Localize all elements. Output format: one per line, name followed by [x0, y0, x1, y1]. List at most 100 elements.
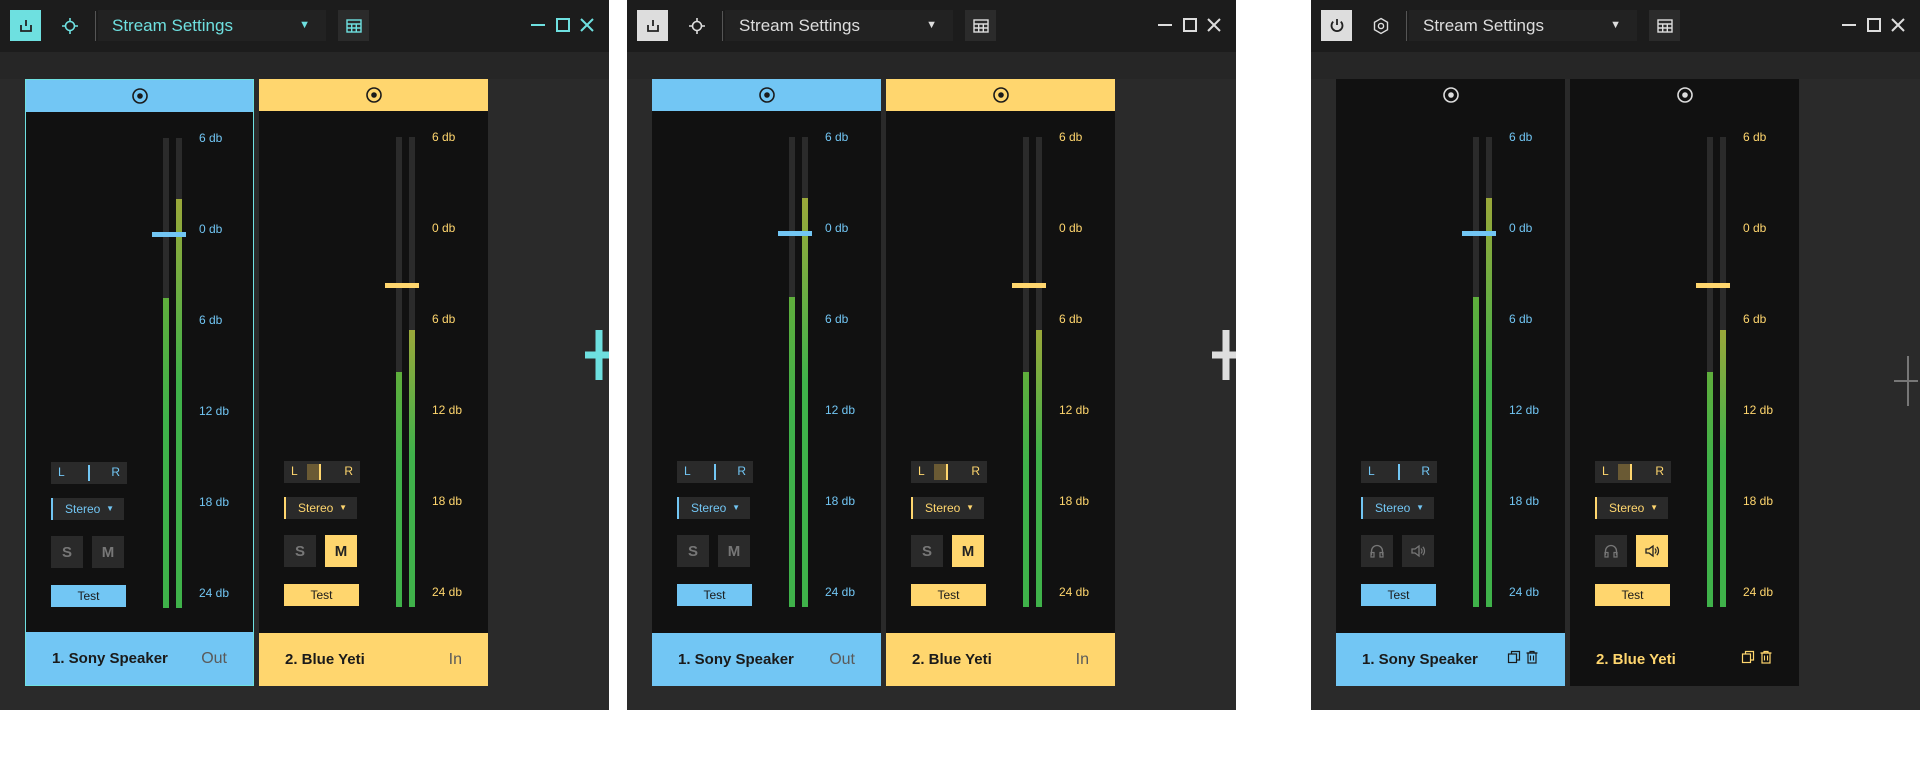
channel-footer[interactable]: 1. Sony Speaker Out [26, 632, 253, 685]
delete-channel-button[interactable] [1759, 650, 1773, 669]
channel-mode-dropdown[interactable]: Stereo ▼ [911, 497, 984, 519]
minimize-button[interactable] [1153, 13, 1177, 37]
minimize-button[interactable] [1837, 13, 1861, 37]
channel-footer[interactable]: 1. Sony Speaker Out [652, 633, 881, 686]
db-scale-label: 6 db [825, 130, 849, 144]
pan-control[interactable]: LR [1595, 461, 1671, 483]
channel-name: 2. Blue Yeti [912, 651, 992, 668]
channel-footer[interactable]: 2. Blue Yeti In [259, 633, 488, 686]
channel-mode-dropdown[interactable]: Stereo ▼ [677, 497, 750, 519]
pan-control[interactable]: LR [677, 461, 753, 483]
close-button[interactable] [575, 13, 599, 37]
test-button[interactable]: Test [51, 585, 126, 607]
pan-control[interactable]: LR [1361, 461, 1437, 483]
volume-fader-handle[interactable] [1696, 282, 1730, 288]
pan-position-indicator[interactable] [1617, 464, 1632, 480]
channel-strip-2[interactable]: 6 db 0 db 6 db 12 db 18 db 24 db L R Stereo ▼ Test… [1570, 79, 1799, 686]
mute-button[interactable]: M [325, 535, 357, 567]
pan-control[interactable]: LR [911, 461, 987, 483]
solo-button[interactable]: S [677, 535, 709, 567]
settings-button[interactable] [1365, 10, 1396, 41]
pan-control[interactable]: LR [51, 462, 127, 484]
close-button[interactable] [1202, 13, 1226, 37]
pan-control[interactable]: LR [284, 461, 360, 483]
channel-header[interactable] [652, 79, 881, 111]
test-button[interactable]: Test [677, 584, 752, 606]
mute-button[interactable] [1402, 535, 1434, 567]
volume-fader-handle[interactable] [1462, 231, 1496, 236]
volume-fader-handle[interactable] [778, 231, 812, 236]
duplicate-channel-button[interactable] [1741, 650, 1755, 669]
pan-position-indicator[interactable] [306, 464, 321, 480]
test-button[interactable]: Test [1361, 584, 1436, 606]
channel-header[interactable] [26, 80, 253, 112]
pan-position-indicator[interactable] [933, 464, 948, 480]
title-bar: Stream Settings ▼ [627, 0, 1236, 52]
channel-footer[interactable]: 2. Blue Yeti [1570, 633, 1799, 686]
add-channel-button[interactable] [1894, 356, 1918, 406]
level-meter-right [1720, 137, 1726, 607]
test-button[interactable]: Test [1595, 584, 1670, 606]
channel-strip-2[interactable]: 6 db 0 db 6 db 12 db 18 db 24 db L R Stereo ▼ S M Te… [886, 79, 1115, 686]
add-channel-button[interactable] [585, 330, 609, 380]
channel-actions [1507, 650, 1539, 669]
solo-button[interactable]: S [51, 536, 83, 568]
maximize-button[interactable] [1178, 13, 1202, 37]
channel-strip-2[interactable]: 6 db 0 db 6 db 12 db 18 db 24 db L R Stereo ▼ S M Te… [259, 79, 488, 686]
layout-grid-button[interactable] [965, 10, 996, 41]
solo-button[interactable] [1595, 535, 1627, 567]
maximize-icon [1183, 18, 1197, 32]
stream-settings-label: Stream Settings [1423, 15, 1544, 35]
channel-mode-dropdown[interactable]: Stereo ▼ [51, 498, 124, 520]
level-meter-right [802, 137, 808, 607]
maximize-button[interactable] [551, 13, 575, 37]
pan-position-indicator[interactable] [88, 465, 90, 481]
settings-button[interactable] [54, 10, 85, 41]
channel-strip-1[interactable]: 6 db 0 db 6 db 12 db 18 db 24 db L R Stereo ▼ S M Te… [25, 79, 254, 686]
power-button[interactable] [10, 10, 41, 41]
channel-header[interactable] [1570, 79, 1799, 111]
strip-header-bar [627, 52, 1236, 79]
solo-button[interactable]: S [911, 535, 943, 567]
settings-button[interactable] [681, 10, 712, 41]
pan-position-indicator[interactable] [1398, 464, 1400, 480]
channel-footer[interactable]: 1. Sony Speaker [1336, 633, 1565, 686]
stream-settings-dropdown[interactable]: Stream Settings ▼ [98, 10, 326, 41]
volume-fader-handle[interactable] [1012, 282, 1046, 288]
db-scale-label: 0 db [1743, 221, 1767, 235]
solo-button[interactable]: S [284, 535, 316, 567]
channel-header[interactable] [1336, 79, 1565, 111]
level-meter-fill [1036, 329, 1042, 607]
test-button[interactable]: Test [284, 584, 359, 606]
power-button[interactable] [637, 10, 668, 41]
test-button[interactable]: Test [911, 584, 986, 606]
channel-mode-dropdown[interactable]: Stereo ▼ [1361, 497, 1434, 519]
channel-header[interactable] [259, 79, 488, 111]
volume-fader-handle[interactable] [385, 282, 419, 288]
close-button[interactable] [1886, 13, 1910, 37]
minimize-button[interactable] [526, 13, 550, 37]
mute-button[interactable]: M [718, 535, 750, 567]
layout-grid-button[interactable] [338, 10, 369, 41]
pan-position-indicator[interactable] [714, 464, 716, 480]
channel-footer[interactable]: 2. Blue Yeti In [886, 633, 1115, 686]
power-button[interactable] [1321, 10, 1352, 41]
solo-button[interactable] [1361, 535, 1393, 567]
level-meter-fill [789, 296, 795, 607]
duplicate-channel-button[interactable] [1507, 650, 1521, 669]
add-channel-button[interactable] [1212, 330, 1236, 380]
layout-grid-button[interactable] [1649, 10, 1680, 41]
mute-button[interactable]: M [952, 535, 984, 567]
mute-button[interactable] [1636, 535, 1668, 567]
channel-mode-dropdown[interactable]: Stereo ▼ [1595, 497, 1668, 519]
channel-mode-dropdown[interactable]: Stereo ▼ [284, 497, 357, 519]
stream-settings-dropdown[interactable]: Stream Settings ▼ [1409, 10, 1637, 41]
channel-strip-1[interactable]: 6 db 0 db 6 db 12 db 18 db 24 db L R Stereo ▼ S M Te… [652, 79, 881, 686]
delete-channel-button[interactable] [1525, 650, 1539, 669]
maximize-button[interactable] [1862, 13, 1886, 37]
channel-strip-1[interactable]: 6 db 0 db 6 db 12 db 18 db 24 db L R Stereo ▼ Test… [1336, 79, 1565, 686]
stream-settings-dropdown[interactable]: Stream Settings ▼ [725, 10, 953, 41]
mute-button[interactable]: M [92, 536, 124, 568]
volume-fader-handle[interactable] [152, 232, 186, 237]
channel-header[interactable] [886, 79, 1115, 111]
